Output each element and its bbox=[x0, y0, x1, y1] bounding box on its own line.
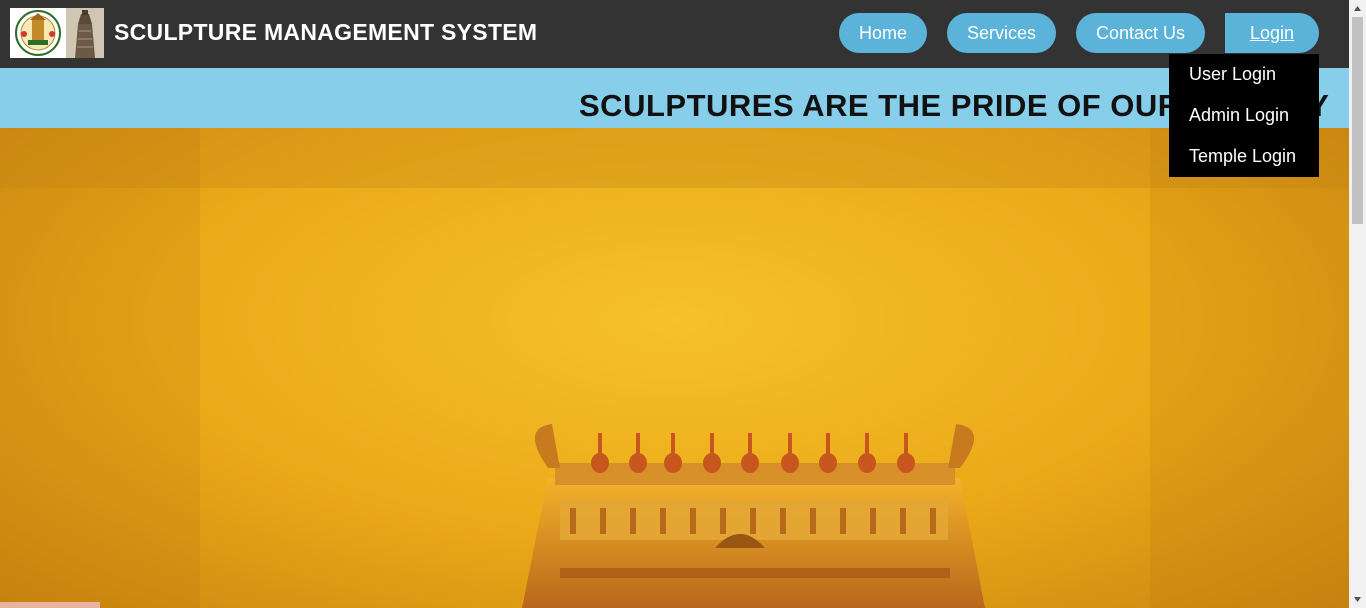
state-emblem-logo bbox=[10, 8, 66, 58]
nav-home-button[interactable]: Home bbox=[839, 13, 927, 53]
scrollbar-thumb[interactable] bbox=[1352, 17, 1363, 224]
login-dropdown-menu: User Login Admin Login Temple Login bbox=[1169, 54, 1319, 177]
temple-login-item[interactable]: Temple Login bbox=[1189, 146, 1296, 167]
vertical-scrollbar[interactable] bbox=[1349, 0, 1366, 608]
user-login-item[interactable]: User Login bbox=[1189, 64, 1276, 85]
corner-chip bbox=[0, 602, 100, 608]
temple-gopuram-illustration bbox=[0, 128, 1349, 608]
page: SCULPTURE MANAGEMENT SYSTEM Home Service… bbox=[0, 0, 1349, 608]
admin-login-item[interactable]: Admin Login bbox=[1189, 105, 1289, 126]
nav-login-button[interactable]: Login bbox=[1225, 13, 1319, 53]
temple-tower-logo bbox=[66, 8, 104, 58]
site-title: SCULPTURE MANAGEMENT SYSTEM bbox=[114, 19, 538, 45]
scroll-up-arrow-icon[interactable] bbox=[1349, 0, 1366, 17]
nav-services-button[interactable]: Services bbox=[947, 13, 1056, 53]
top-header: SCULPTURE MANAGEMENT SYSTEM Home Service… bbox=[0, 0, 1349, 68]
scroll-down-arrow-icon[interactable] bbox=[1349, 591, 1366, 608]
nav-contact-button[interactable]: Contact Us bbox=[1076, 13, 1205, 53]
hero-image bbox=[0, 128, 1349, 608]
scrolling-banner: SCULPTURES ARE THE PRIDE OF OUR HISTORY bbox=[0, 68, 1349, 128]
